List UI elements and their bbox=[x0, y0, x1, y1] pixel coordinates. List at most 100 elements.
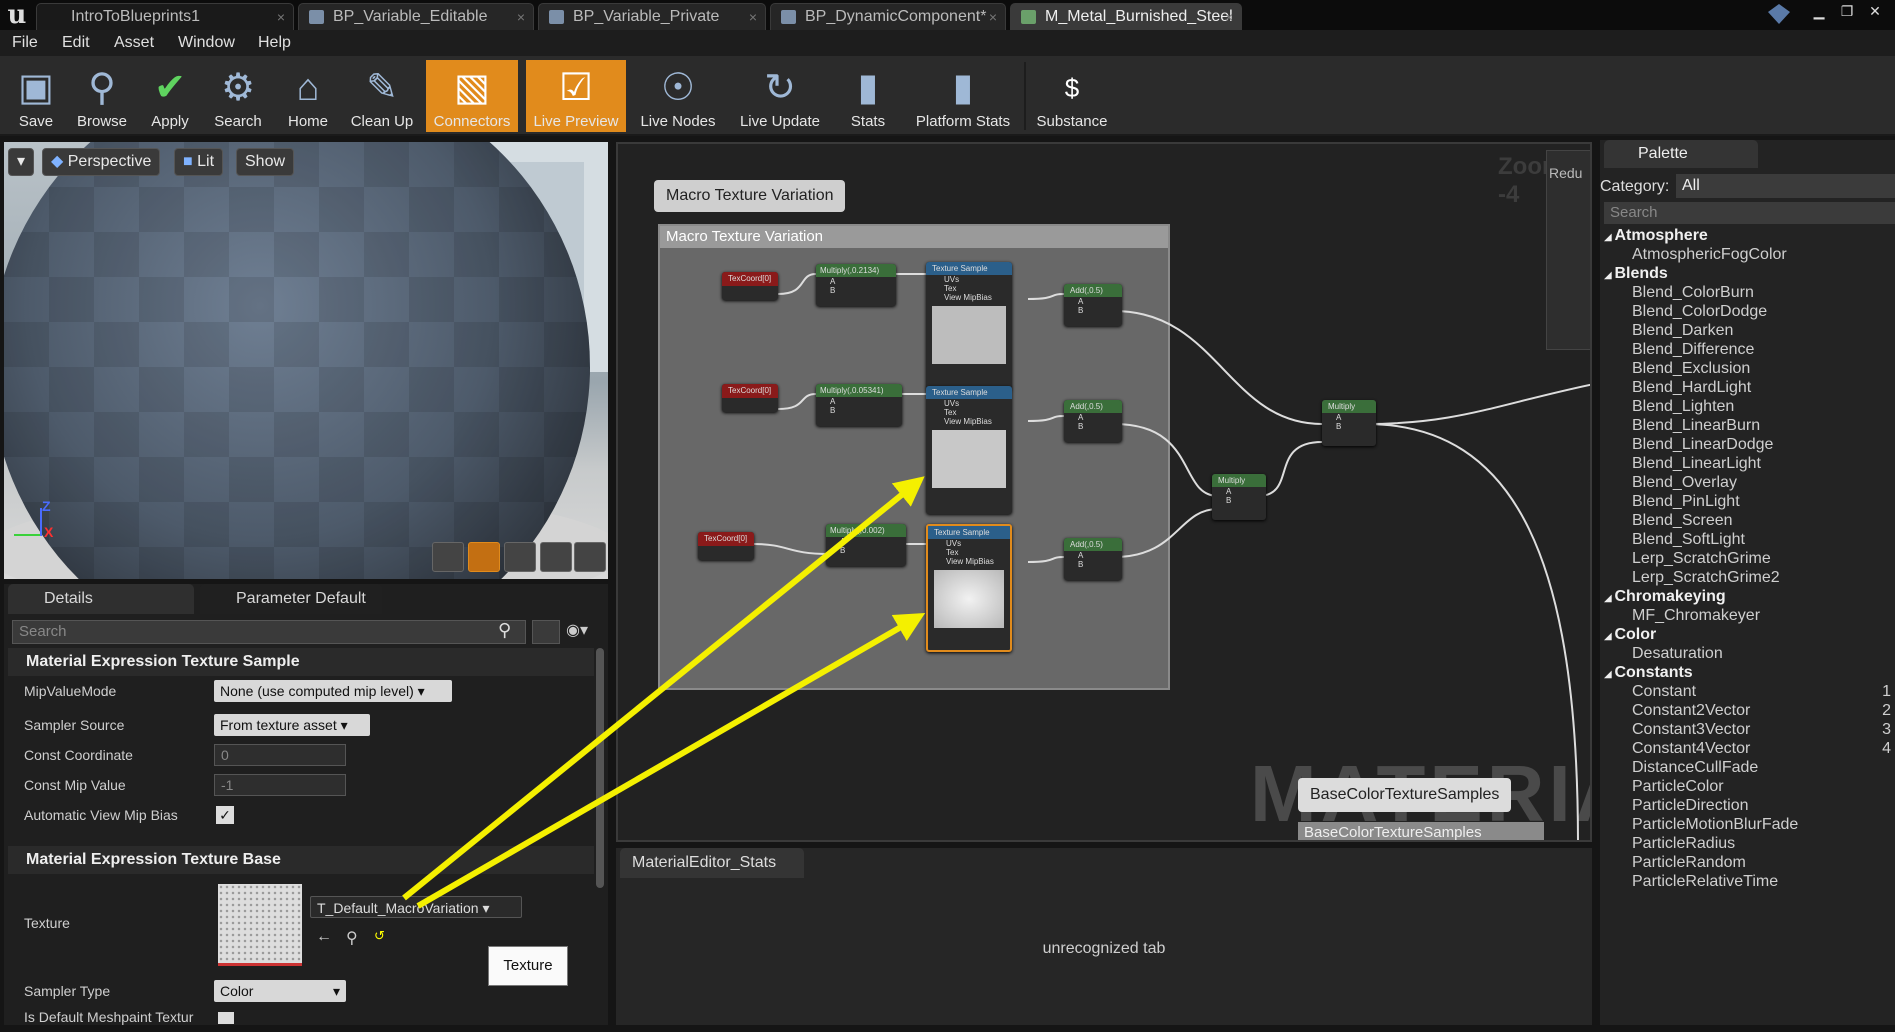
use-selected-asset-icon[interactable]: ← bbox=[316, 928, 332, 946]
category-label: Category: bbox=[1600, 178, 1670, 195]
platform-stats-button[interactable]: ▮ Platform Stats bbox=[908, 60, 1018, 132]
tab-bp-dynamic-component[interactable]: BP_DynamicComponent* × bbox=[770, 3, 1006, 30]
home-button[interactable]: ⌂ Home bbox=[276, 60, 340, 132]
texcoord-node[interactable]: TexCoord[0] bbox=[722, 384, 778, 412]
search-icon: ⚙ bbox=[220, 67, 256, 109]
tab-palette[interactable]: Palette bbox=[1604, 140, 1758, 168]
search-button[interactable]: ⚙ Search bbox=[206, 60, 270, 132]
close-tab-icon[interactable]: × bbox=[517, 4, 525, 30]
multiply-node[interactable]: Multiply(,0.05341) A B bbox=[816, 384, 902, 426]
tab-parameter-default[interactable]: Parameter Default bbox=[200, 584, 382, 614]
add-node[interactable]: Add(,0.5) A B bbox=[1064, 284, 1122, 326]
material-preview-viewport[interactable]: ▾ ◆ Perspective ■ Lit Show Z X bbox=[4, 142, 608, 579]
tab-m-metal-burnished-steel[interactable]: M_Metal_Burnished_Steel × bbox=[1010, 3, 1242, 30]
texture-thumbnail[interactable] bbox=[218, 884, 302, 966]
perspective-button[interactable]: ◆ Perspective bbox=[42, 148, 161, 176]
close-window-button[interactable]: ✕ bbox=[1862, 1, 1888, 21]
is-default-meshpaint-checkbox[interactable] bbox=[218, 1012, 234, 1024]
close-tab-icon[interactable]: × bbox=[989, 4, 997, 30]
substance-button[interactable]: $ Substance bbox=[1030, 60, 1114, 132]
auto-mip-bias-checkbox[interactable]: ✓ bbox=[216, 806, 234, 824]
menu-help[interactable]: Help bbox=[258, 30, 291, 56]
material-graph[interactable]: Zoom -4 Redu Macro Texture Variation Mac… bbox=[616, 142, 1592, 842]
connectors-button[interactable]: ▧ Connectors bbox=[426, 60, 518, 132]
stats-message: unrecognized tab bbox=[1042, 940, 1166, 957]
palette-search-input[interactable]: Search bbox=[1604, 202, 1895, 224]
sampler-source-combo[interactable]: From texture asset ▾ bbox=[214, 714, 370, 736]
axis-y-line bbox=[14, 534, 40, 536]
preview-cylinder-button[interactable] bbox=[432, 542, 464, 572]
close-tab-icon[interactable]: × bbox=[749, 4, 757, 30]
texcoord-node[interactable]: TexCoord[0] bbox=[698, 532, 754, 560]
preview-plane-button[interactable] bbox=[504, 542, 536, 572]
texcoord-node[interactable]: TexCoord[0] bbox=[722, 272, 778, 300]
menu-window[interactable]: Window bbox=[178, 30, 235, 56]
live-nodes-button[interactable]: ☉ Live Nodes bbox=[636, 60, 720, 132]
save-button[interactable]: ▣ Save bbox=[4, 60, 68, 132]
show-button[interactable]: Show bbox=[236, 148, 295, 176]
multiply-node[interactable]: Multiply(,0.002) A B bbox=[826, 524, 906, 566]
expand-arrow-icon: ◢ bbox=[1604, 270, 1615, 281]
axis-z-line bbox=[40, 508, 42, 536]
sampler-type-combo[interactable]: Color ▾ bbox=[214, 980, 346, 1002]
browse-button[interactable]: ⚲ Browse bbox=[70, 60, 134, 132]
texture-sample-node[interactable]: Texture Sample UVs Tex View MipBias bbox=[926, 262, 1012, 390]
add-node[interactable]: Add(,0.5) A B bbox=[1064, 538, 1122, 580]
details-search-input[interactable]: Search bbox=[12, 620, 526, 644]
live-preview-button[interactable]: ☑ Live Preview bbox=[526, 60, 626, 132]
apply-button[interactable]: ✔ Apply bbox=[138, 60, 202, 132]
multiply-node[interactable]: Multiply(,0.2134) A B bbox=[816, 264, 896, 306]
menu-file[interactable]: File bbox=[12, 30, 38, 56]
menu-edit[interactable]: Edit bbox=[62, 30, 90, 56]
menu-bar: File Edit Asset Window Help bbox=[0, 30, 1895, 56]
eye-icon[interactable]: ◉▾ bbox=[566, 620, 606, 644]
restore-button[interactable]: ❐ bbox=[1834, 1, 1860, 21]
tab-intro-to-blueprints[interactable]: IntroToBlueprints1 × bbox=[36, 3, 294, 30]
close-tab-icon[interactable]: × bbox=[1225, 4, 1233, 30]
reset-to-default-icon[interactable]: ↺ bbox=[374, 928, 385, 944]
preview-mesh-button[interactable] bbox=[574, 542, 606, 572]
texture-asset-combo[interactable]: T_Default_MacroVariation ▾ bbox=[310, 896, 522, 918]
details-scrollbar[interactable] bbox=[596, 648, 604, 888]
texture-sample-node[interactable]: Texture Sample UVs Tex View MipBias bbox=[926, 386, 1012, 514]
minimize-button[interactable]: ▁ bbox=[1806, 1, 1832, 21]
live-update-button[interactable]: ↻ Live Update bbox=[734, 60, 826, 132]
multiply-node[interactable]: Multiply A B bbox=[1212, 474, 1266, 520]
tab-details[interactable]: Details bbox=[8, 584, 194, 614]
feedback-icon[interactable] bbox=[1768, 4, 1790, 24]
add-node[interactable]: Add(,0.5) A B bbox=[1064, 400, 1122, 442]
preview-cube-button[interactable] bbox=[540, 542, 572, 572]
palette-panel: Palette Category: All Search ◢ Atmospher… bbox=[1600, 140, 1895, 1025]
mip-value-mode-label: MipValueMode bbox=[24, 683, 117, 699]
preview-sphere-button[interactable] bbox=[468, 542, 500, 572]
view-options-button[interactable] bbox=[532, 620, 560, 644]
close-tab-icon[interactable]: × bbox=[277, 4, 285, 30]
const-coordinate-input[interactable]: 0 bbox=[214, 744, 346, 766]
stats-icon: ▮ bbox=[857, 67, 879, 109]
section-texture-sample[interactable]: Material Expression Texture Sample bbox=[8, 648, 594, 676]
clean-up-button[interactable]: ✎ Clean Up bbox=[344, 60, 420, 132]
tab-material-editor-stats[interactable]: MaterialEditor_Stats bbox=[620, 848, 804, 878]
texture-preview bbox=[932, 306, 1006, 364]
const-mip-input[interactable]: -1 bbox=[214, 774, 346, 796]
tab-bp-variable-private[interactable]: BP_Variable_Private × bbox=[538, 3, 766, 30]
blueprint-icon bbox=[549, 10, 564, 24]
menu-asset[interactable]: Asset bbox=[114, 30, 154, 56]
section-texture-base[interactable]: Material Expression Texture Base bbox=[8, 846, 594, 874]
mip-value-mode-combo[interactable]: None (use computed mip level) ▾ bbox=[214, 680, 452, 702]
chevron-down-icon: ▾ bbox=[332, 983, 340, 999]
substance-icon: $ bbox=[1064, 73, 1080, 103]
axis-z-label: Z bbox=[42, 498, 51, 514]
browse-asset-icon[interactable]: ⚲ bbox=[346, 928, 358, 948]
category-combo[interactable]: All bbox=[1676, 174, 1895, 198]
texture-sample-node-selected[interactable]: Texture Sample UVs Tex View MipBias bbox=[926, 524, 1012, 652]
palette-item[interactable]: ParticleRelativeTime bbox=[1604, 870, 1895, 893]
tab-bp-variable-editable[interactable]: BP_Variable_Editable × bbox=[298, 3, 534, 30]
expand-arrow-icon: ◢ bbox=[1604, 631, 1615, 642]
multiply-node[interactable]: Multiply A B bbox=[1322, 400, 1376, 446]
expand-arrow-icon: ◢ bbox=[1604, 593, 1615, 604]
stats-button[interactable]: ▮ Stats bbox=[836, 60, 900, 132]
viewport-options-button[interactable]: ▾ bbox=[8, 148, 34, 176]
lit-button[interactable]: ■ Lit bbox=[174, 148, 224, 176]
graph-wires bbox=[753, 273, 1590, 840]
